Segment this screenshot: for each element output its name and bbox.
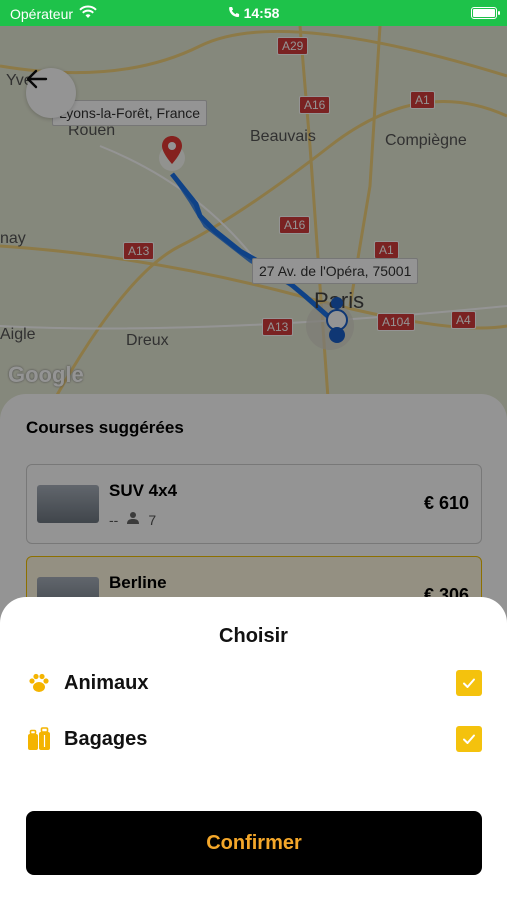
status-bar: Opérateur 14:58 <box>0 0 507 26</box>
clock: 14:58 <box>228 5 280 21</box>
carrier-label: Opérateur <box>10 5 74 22</box>
paw-icon <box>26 670 52 696</box>
sheet-title: Choisir <box>219 625 288 647</box>
phone-icon <box>228 5 240 21</box>
options-sheet: Choisir Animaux Bagages Confirmer <box>0 597 507 900</box>
check-icon <box>463 734 475 744</box>
option-bagages[interactable]: Bagages <box>26 723 482 755</box>
time-label: 14:58 <box>243 5 280 21</box>
battery-icon <box>471 7 500 19</box>
animaux-checkbox[interactable] <box>456 670 482 696</box>
luggage-icon <box>26 726 52 752</box>
carrier-group: Opérateur <box>10 5 97 22</box>
option-label: Bagages <box>64 727 148 750</box>
check-icon <box>463 678 475 688</box>
bagages-checkbox[interactable] <box>456 726 482 752</box>
confirm-button[interactable]: Confirmer <box>26 811 482 875</box>
option-label: Animaux <box>64 671 149 694</box>
wifi-icon <box>79 5 97 22</box>
option-animaux[interactable]: Animaux <box>26 667 482 699</box>
